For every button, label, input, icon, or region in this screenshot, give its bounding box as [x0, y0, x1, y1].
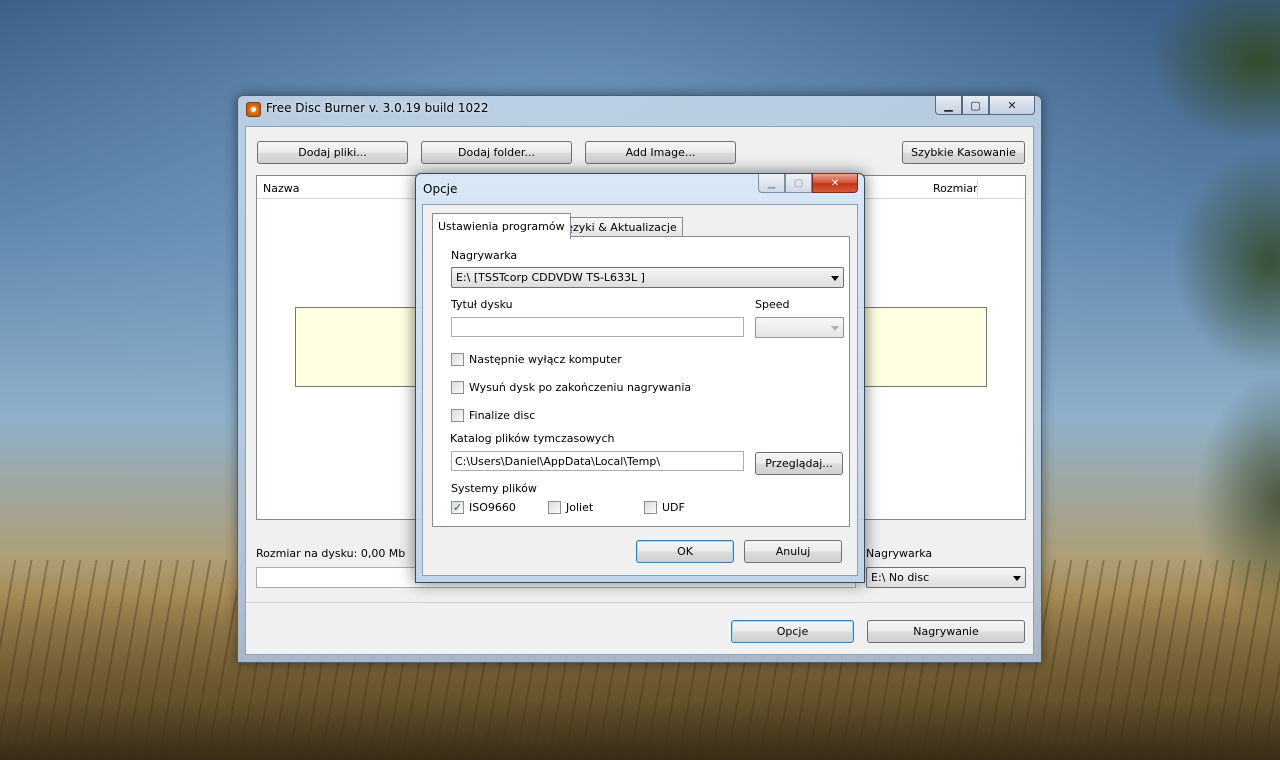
dialog-caption-buttons: ▁ ▢ ✕ — [758, 174, 858, 193]
udf-label[interactable]: UDF — [662, 501, 685, 514]
dialog-burner-label: Nagrywarka — [451, 249, 518, 262]
tab-languages-updates[interactable]: Języki & Aktualizacje — [557, 217, 683, 237]
disc-title-label: Tytuł dysku — [451, 298, 513, 311]
options-dialog: Opcje ▁ ▢ ✕ Ustawienia programów Języki … — [415, 173, 865, 583]
column-header-size[interactable]: Rozmiar — [933, 182, 978, 195]
temp-dir-input[interactable]: C:\Users\Daniel\AppData\Local\Temp\ — [451, 451, 744, 471]
shutdown-checkbox[interactable] — [451, 353, 464, 366]
dialog-burner-value: E:\ [TSSTcorp CDDVDW TS-L633L ] — [456, 271, 645, 284]
shutdown-checkbox-label[interactable]: Następnie wyłącz komputer — [469, 353, 622, 366]
main-caption-buttons: ▁ ▢ ✕ — [935, 96, 1035, 115]
app-disc-icon[interactable] — [246, 102, 261, 117]
column-separator[interactable] — [977, 178, 978, 197]
tab-program-settings[interactable]: Ustawienia programów — [432, 213, 571, 239]
divider — [246, 602, 1033, 603]
finalize-checkbox[interactable] — [451, 409, 464, 422]
dialog-title: Opcje — [423, 182, 458, 196]
minimize-button[interactable]: ▁ — [935, 96, 962, 115]
burner-select[interactable]: E:\ No disc — [866, 567, 1026, 588]
maximize-button[interactable]: ▢ — [962, 96, 989, 115]
browse-button[interactable]: Przeglądaj... — [755, 452, 843, 475]
temp-dir-label: Katalog plików tymczasowych — [450, 432, 615, 445]
joliet-checkbox[interactable] — [548, 501, 561, 514]
cancel-button[interactable]: Anuluj — [744, 540, 842, 563]
main-titlebar[interactable]: Free Disc Burner v. 3.0.19 build 1022 ▁ … — [238, 96, 1041, 121]
iso9660-label[interactable]: ISO9660 — [469, 501, 516, 514]
tab-panel-program-settings: Nagrywarka E:\ [TSSTcorp CDDVDW TS-L633L… — [432, 236, 850, 527]
add-files-button[interactable]: Dodaj pliki... — [257, 141, 408, 164]
maximize-icon: ▢ — [793, 177, 804, 189]
speed-label: Speed — [755, 298, 790, 311]
joliet-label[interactable]: Joliet — [566, 501, 593, 514]
temp-dir-value: C:\Users\Daniel\AppData\Local\Temp\ — [455, 455, 661, 468]
finalize-checkbox-label[interactable]: Finalize disc — [469, 409, 535, 422]
add-folder-button[interactable]: Dodaj folder... — [421, 141, 572, 164]
dialog-close-button[interactable]: ✕ — [812, 174, 858, 193]
disk-size-label: Rozmiar na dysku: 0,00 Mb — [256, 547, 406, 560]
minimize-icon: ▁ — [944, 98, 953, 112]
chevron-down-icon — [831, 326, 839, 331]
iso9660-checkbox[interactable]: ✓ — [451, 501, 464, 514]
close-icon: ✕ — [830, 177, 840, 189]
minimize-icon: ▁ — [767, 177, 776, 189]
column-header-name[interactable]: Nazwa — [263, 182, 299, 195]
maximize-icon: ▢ — [970, 98, 981, 112]
udf-checkbox[interactable] — [644, 501, 657, 514]
add-image-button[interactable]: Add Image... — [585, 141, 736, 164]
filesystems-label: Systemy plików — [451, 482, 537, 495]
close-icon: ✕ — [1007, 98, 1017, 112]
dialog-minimize-button[interactable]: ▁ — [758, 174, 785, 193]
burner-select-value: E:\ No disc — [871, 571, 930, 584]
dialog-burner-select[interactable]: E:\ [TSSTcorp CDDVDW TS-L633L ] — [451, 267, 844, 288]
dialog-client-area: Ustawienia programów Języki & Aktualizac… — [422, 204, 858, 576]
ok-button[interactable]: OK — [636, 540, 734, 563]
chevron-down-icon — [1013, 576, 1021, 581]
dialog-maximize-button[interactable]: ▢ — [785, 174, 812, 193]
chevron-down-icon — [831, 276, 839, 281]
speed-select[interactable] — [755, 317, 844, 338]
options-button[interactable]: Opcje — [731, 620, 854, 643]
disc-title-input[interactable] — [451, 317, 744, 337]
burn-button[interactable]: Nagrywanie — [867, 620, 1025, 643]
eject-checkbox-label[interactable]: Wysuń dysk po zakończeniu nagrywania — [469, 381, 691, 394]
close-button[interactable]: ✕ — [989, 96, 1035, 115]
main-window-title: Free Disc Burner v. 3.0.19 build 1022 — [266, 101, 489, 115]
eject-checkbox[interactable] — [451, 381, 464, 394]
quick-erase-button[interactable]: Szybkie Kasowanie — [902, 141, 1025, 164]
burner-label: Nagrywarka — [866, 547, 933, 560]
